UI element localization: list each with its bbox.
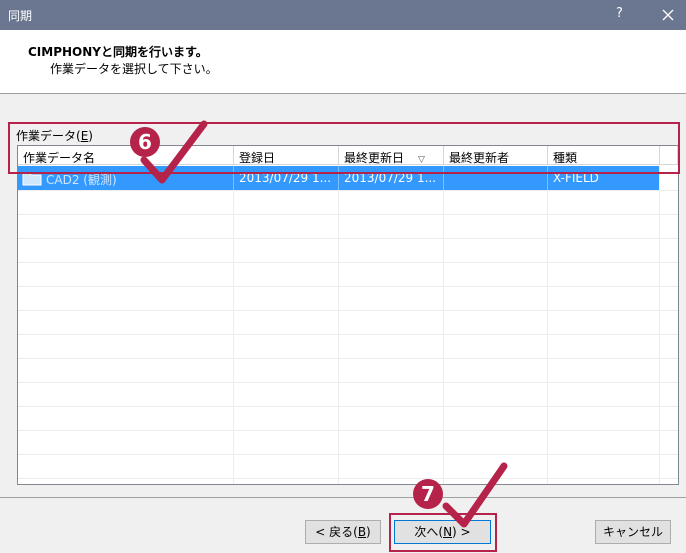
wizard-header: CIMPHONYと同期を行います。 作業データを選択して下さい。 — [0, 30, 686, 94]
step-badge-7: 7 — [413, 479, 443, 509]
highlight-box-list — [8, 122, 680, 174]
title-bar: 同期 ? — [0, 0, 686, 30]
header-title: CIMPHONYと同期を行います。 — [28, 45, 208, 59]
work-data-list[interactable]: 作業データ名 登録日 最終更新日 ▽ 最終更新者 種類 CAD2 (観測) 201… — [17, 145, 679, 485]
close-icon[interactable] — [655, 4, 681, 26]
button-bar-divider — [0, 497, 686, 498]
header-subtitle: 作業データを選択して下さい。 — [50, 62, 218, 76]
help-button[interactable]: ? — [616, 6, 623, 21]
checkmark-icon — [140, 120, 208, 184]
window-title: 同期 — [8, 9, 33, 23]
checkmark-icon — [442, 462, 508, 528]
cancel-button[interactable]: キャンセル — [595, 520, 671, 544]
back-button[interactable]: < 戻る(B) — [305, 520, 381, 544]
